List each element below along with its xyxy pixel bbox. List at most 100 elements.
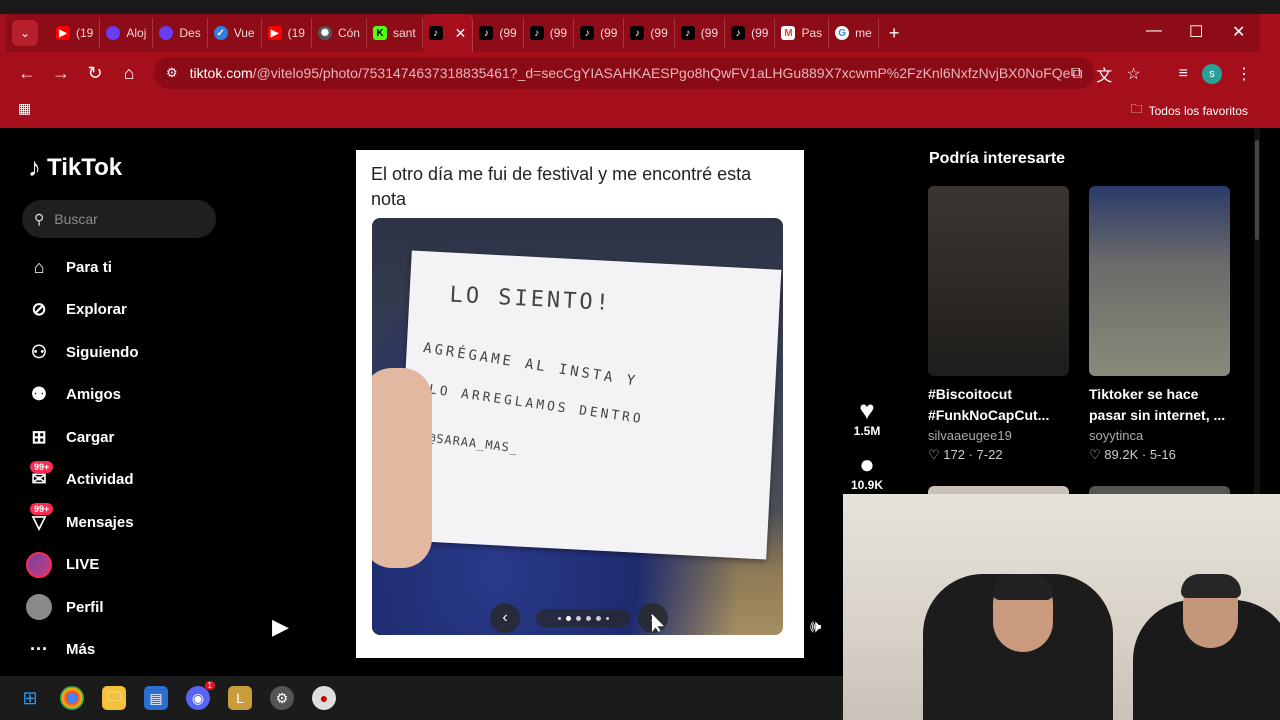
nav-item-actividad[interactable]: ✉ 99+ Actividad [26, 459, 139, 502]
tiktok-icon: ♪ [630, 26, 645, 40]
folder-icon: 🗀 [1130, 102, 1143, 116]
note-line: AGRÉGAME AL INSTA Y [422, 340, 640, 390]
reading-list-icon[interactable]: ≡ [1179, 65, 1188, 83]
browser-tab-active[interactable]: ♪ ✕ [422, 14, 474, 52]
brand-name: TikTok [47, 153, 123, 181]
browser-tab[interactable]: Aloj [100, 18, 154, 48]
browser-tab[interactable]: ♪ (99 [524, 18, 575, 48]
app-icon [159, 26, 174, 40]
browser-tab[interactable]: ✺ Cón [312, 18, 367, 48]
browser-tab[interactable]: ✓ Vue [208, 18, 262, 48]
browser-tab[interactable]: ♪ (99 [624, 18, 675, 48]
nav-item-perfil[interactable]: Perfil [26, 586, 139, 629]
post-caption: El otro día me fui de festival y me enco… [371, 164, 752, 209]
store-icon[interactable]: ▤ [144, 686, 168, 710]
tiktok-icon: ♪ [28, 152, 41, 182]
recommendation-user: silvaaeugee19 [928, 428, 1012, 443]
play-icon[interactable]: ▶ [272, 614, 289, 640]
carousel-dot [595, 615, 601, 621]
carousel-controls: ‹ › [372, 603, 783, 633]
recommendation-meta: ♡ 89.2K · 5-16 [1089, 447, 1176, 462]
comment-count: 10.9K [850, 478, 884, 492]
league-icon[interactable]: L [228, 686, 252, 710]
browser-tab[interactable]: Des [153, 18, 208, 48]
recommendation-title: #Biscoitocut #FunkNoCapCut... [928, 386, 1050, 423]
video-thumbnail [1089, 186, 1230, 376]
all-bookmarks-button[interactable]: 🗀 Todos los favoritos [1131, 100, 1248, 121]
upload-icon: ⊞ [31, 426, 47, 447]
live-avatar [26, 551, 52, 578]
recommendation-card[interactable]: #Biscoitocut #FunkNoCapCut... silvaaeuge… [928, 186, 1069, 463]
windows-taskbar: ⊞ 🗀 ▤ ◉ 1 L ⚙ ● [0, 676, 843, 720]
browser-tab[interactable]: Ksant [367, 18, 423, 48]
menu-icon[interactable]: ⋮ [1236, 64, 1252, 84]
bookmark-star-icon[interactable]: ☆ [1126, 64, 1140, 84]
minimize-icon[interactable]: — [1146, 22, 1162, 40]
browser-tab[interactable]: Gme [829, 18, 879, 48]
nav-item-siguiendo[interactable]: ⚇ Siguiendo [26, 331, 139, 374]
bookmarks-bar: ▦ 🗀 Todos los favoritos [6, 94, 1260, 122]
recommendation-card[interactable]: Tiktoker se hace pasar sin internet, ...… [1089, 186, 1230, 463]
like-button[interactable]: ♥ 1.5M [842, 396, 892, 438]
browser-tab[interactable]: ♪ (99 [574, 18, 625, 48]
file-explorer-icon[interactable]: 🗀 [102, 686, 126, 710]
address-bar[interactable]: ⚙ tiktok.com/@vitelo95/photo/75314746373… [154, 57, 1094, 89]
close-window-icon[interactable]: ✕ [1232, 22, 1245, 42]
volume-icon[interactable]: 🕪 [810, 616, 821, 637]
scrollbar-thumb[interactable] [1255, 140, 1259, 240]
carousel-dot-active [565, 615, 571, 621]
tiktok-icon: ♪ [580, 26, 595, 40]
discord-badge: 1 [204, 681, 215, 690]
translate-icon[interactable]: 文 [1096, 62, 1112, 86]
browser-tab[interactable]: ▶ (19 [262, 18, 312, 48]
recommendation-meta: ♡ 172 · 7-22 [928, 447, 1003, 462]
post-photo[interactable]: LO SIENTO! AGRÉGAME AL INSTA Y LO ARREGL… [372, 218, 783, 635]
browser-tab[interactable]: ♪ (99 [725, 18, 776, 48]
toolbar-right: ⧉ 文 ☆ ≡ s ⋮ [1071, 62, 1252, 86]
close-tab-icon[interactable]: ✕ [455, 25, 467, 42]
carousel-prev-icon[interactable]: ‹ [490, 603, 520, 633]
handwritten-note: LO SIENTO! AGRÉGAME AL INSTA Y LO ARREGL… [396, 250, 782, 560]
url-path: /@vitelo95/photo/7531474637318835461?_d=… [252, 65, 1070, 81]
new-tab-button[interactable]: + [889, 23, 900, 44]
forward-icon[interactable]: → [44, 63, 78, 84]
search-input[interactable]: ⚲ Buscar [22, 200, 216, 238]
profile-avatar[interactable]: s [1202, 64, 1222, 84]
apps-grid-icon[interactable]: ▦ [18, 100, 31, 117]
carousel-dot [605, 616, 609, 620]
tab-search-button[interactable]: ⌄ [12, 20, 38, 46]
profile-avatar [26, 594, 52, 621]
nav-item-mensajes[interactable]: ▽ 99+ Mensajes [26, 501, 139, 544]
browser-toolbar: ← → ↻ ⌂ ⚙ tiktok.com/@vitelo95/photo/753… [6, 52, 1260, 94]
nav-item-amigos[interactable]: ⚉ Amigos [26, 374, 139, 417]
inbox-icon: ✉ 99+ [26, 460, 54, 493]
riot-icon[interactable]: ⚙ [270, 686, 294, 710]
streamer-1-hair [993, 574, 1053, 600]
nav-item-explorar[interactable]: ⊘ Explorar [26, 289, 139, 332]
home-icon[interactable]: ⌂ [112, 63, 146, 84]
install-app-icon[interactable]: ⧉ [1071, 65, 1082, 83]
heart-outline-icon: ♡ [928, 447, 940, 462]
note-line: LO ARREGLAMOS DENTRO [427, 382, 645, 428]
nav-item-para-ti[interactable]: ⌂ Para ti [26, 246, 139, 289]
browser-tab[interactable]: ♪ (99 [675, 18, 726, 48]
site-settings-icon[interactable]: ⚙ [166, 65, 178, 81]
browser-tab[interactable]: M Pas [775, 18, 830, 48]
maximize-icon[interactable]: ☐ [1189, 22, 1203, 42]
app-icon[interactable]: ● [312, 686, 336, 710]
browser-tab[interactable]: ▶ (19 [50, 18, 101, 48]
browser-tab[interactable]: ♪ (99 [473, 18, 524, 48]
hand [372, 368, 432, 568]
tiktok-logo[interactable]: ♪ TikTok [28, 152, 122, 183]
browser-chrome: ⌄ ▶ (19 Aloj Des ✓ Vue ▶ (19 ✺ Cón Ksant ♪ ✕ … [0, 0, 1280, 128]
back-icon[interactable]: ← [10, 63, 44, 84]
reload-icon[interactable]: ↻ [78, 63, 112, 84]
nav-item-live[interactable]: LIVE [26, 544, 139, 587]
discord-icon[interactable]: ◉ 1 [186, 681, 215, 710]
nav-item-mas[interactable]: ··· Más [26, 629, 139, 672]
comment-button[interactable]: ● 10.9K [842, 450, 892, 492]
chrome-icon[interactable] [60, 686, 84, 710]
friends-icon: ⚉ [30, 384, 48, 405]
windows-start-icon[interactable]: ⊞ [18, 686, 42, 710]
nav-item-cargar[interactable]: ⊞ Cargar [26, 416, 139, 459]
